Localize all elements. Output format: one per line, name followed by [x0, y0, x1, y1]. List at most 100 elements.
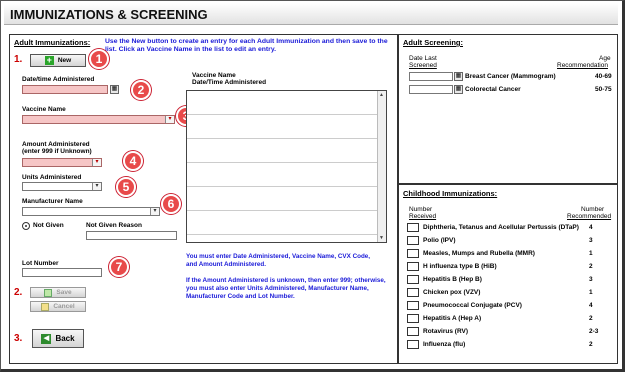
col-screened: Screened [409, 62, 437, 69]
received-input[interactable] [407, 275, 419, 284]
received-input[interactable] [407, 288, 419, 297]
back-button-label: Back [55, 334, 75, 343]
manufacturer-name-label: Manufacturer Name [22, 198, 83, 205]
col-age: Age [599, 55, 611, 62]
childhood-row: Pneumococcal Conjugate (PCV) 4 [407, 301, 607, 313]
list-item[interactable] [187, 115, 386, 139]
received-input[interactable] [407, 249, 419, 258]
col-number: Number [409, 206, 433, 213]
col-date-last: Date Last [409, 55, 437, 62]
recommended-count: 2 [589, 315, 593, 322]
new-button[interactable]: + New [30, 54, 86, 67]
colorectal-cancer-date-input[interactable] [409, 85, 453, 94]
received-input[interactable] [407, 223, 419, 232]
childhood-row: Rotavirus (RV) 2-3 [407, 327, 607, 339]
screening-name: Colorectal Cancer [465, 86, 521, 93]
page-title: IMMUNIZATIONS & SCREENING [10, 7, 208, 22]
amount-administered-sublabel: (enter 999 if Unknown) [22, 148, 92, 155]
adult-immunizations-panel: Adult Immunizations: Use the New button … [9, 34, 398, 364]
cancel-button[interactable]: Cancel [30, 301, 86, 312]
not-given-label: Not Given [33, 222, 64, 229]
date-administered-label: Date/time Administered [22, 76, 95, 83]
list-item[interactable] [187, 163, 386, 187]
lot-number-label: Lot Number [22, 260, 59, 267]
childhood-row: Polio (IPV) 3 [407, 236, 607, 248]
amount-administered-input[interactable]: ▾ [22, 158, 102, 167]
date-administered-input[interactable] [22, 85, 108, 94]
recommended-count: 1 [589, 289, 593, 296]
back-button[interactable]: ◀ Back [32, 329, 84, 348]
childhood-row: Hepatitis B (Hep B) 3 [407, 275, 607, 287]
units-administered-label: Units Administered [22, 174, 82, 181]
chevron-down-icon: ▾ [92, 159, 101, 166]
childhood-row: H influenza type B (HiB) 2 [407, 262, 607, 274]
amount-administered-label: Amount Administered [22, 141, 90, 148]
breast-cancer-date-input[interactable] [409, 72, 453, 81]
vaccine-name: Diphtheria, Tetanus and Acellular Pertus… [423, 224, 579, 231]
vaccine-name-label: Vaccine Name [22, 106, 66, 113]
scroll-up-icon[interactable]: ▲ [379, 92, 384, 98]
cancel-button-label: Cancel [53, 303, 75, 310]
list-item[interactable] [187, 139, 386, 163]
childhood-immunizations-panel: Childhood Immunizations: Number Received… [398, 184, 618, 364]
received-input[interactable] [407, 340, 419, 349]
save-button[interactable]: Save [30, 287, 86, 298]
recommended-count: 2 [589, 341, 593, 348]
childhood-row: Diphtheria, Tetanus and Acellular Pertus… [407, 223, 607, 235]
back-arrow-icon: ◀ [41, 333, 52, 344]
callout-badge-1: 1 [89, 49, 109, 69]
recommended-count: 3 [589, 276, 593, 283]
step-2-label: 2. [14, 287, 23, 298]
recommended-count: 2 [589, 263, 593, 270]
received-input[interactable] [407, 236, 419, 245]
childhood-immunizations-heading: Childhood Immunizations: [403, 189, 498, 198]
received-input[interactable] [407, 314, 419, 323]
instructions-text: Use the New button to create an entry fo… [105, 38, 388, 53]
received-input[interactable] [407, 262, 419, 271]
unknown-amount-notice: If the Amount Administered is unknown, t… [186, 277, 386, 300]
childhood-row: Hepatitis A (Hep A) 2 [407, 314, 607, 326]
vaccine-name: Pneumococcal Conjugate (PCV) [423, 302, 522, 309]
callout-badge-7: 7 [109, 257, 129, 277]
scroll-down-icon[interactable]: ▼ [379, 235, 384, 241]
received-input[interactable] [407, 301, 419, 310]
step-1-label: 1. [14, 54, 23, 65]
childhood-row: Chicken pox (VZV) 1 [407, 288, 607, 300]
list-header-vaccine: Vaccine Name [192, 72, 236, 79]
units-administered-select[interactable]: ▾ [22, 182, 102, 191]
adult-screening-heading: Adult Screening: [403, 38, 464, 47]
vaccine-name: Rotavirus (RV) [423, 328, 469, 335]
new-button-label: New [57, 57, 72, 64]
manufacturer-name-select[interactable]: ▾ [22, 207, 160, 216]
not-given-reason-label: Not Given Reason [86, 222, 142, 229]
not-given-radio[interactable] [22, 222, 30, 230]
callout-badge-5: 5 [116, 177, 136, 197]
screening-name: Breast Cancer (Mammogram) [465, 73, 556, 80]
list-item[interactable] [187, 211, 386, 235]
col-number-rec: Number [581, 206, 605, 213]
calendar-icon[interactable]: ▦ [454, 72, 463, 81]
lot-number-input[interactable] [22, 268, 102, 277]
received-input[interactable] [407, 327, 419, 336]
calendar-icon[interactable]: ▦ [454, 85, 463, 94]
step-3-label: 3. [14, 333, 23, 344]
list-item[interactable] [187, 187, 386, 211]
calendar-icon[interactable]: ▦ [110, 85, 119, 94]
save-button-label: Save [56, 289, 72, 296]
not-given-reason-input[interactable] [86, 231, 177, 240]
vaccine-name: Polio (IPV) [423, 237, 456, 244]
plus-icon: + [44, 55, 54, 65]
chevron-down-icon: ▾ [92, 183, 101, 190]
list-scrollbar[interactable]: ▲ ▼ [377, 91, 386, 242]
cancel-icon [41, 302, 50, 311]
col-age-recommendation: Recommendation [557, 62, 608, 69]
vaccine-name-select[interactable]: ▾ [22, 115, 175, 124]
list-item[interactable] [187, 91, 386, 115]
vaccine-list[interactable]: ▲ ▼ [186, 90, 387, 243]
recommended-count: 4 [589, 302, 593, 309]
col-recommended: Recommended [567, 213, 612, 220]
vaccine-name: H influenza type B (HiB) [423, 263, 497, 270]
recommended-count: 1 [589, 250, 593, 257]
recommended-count: 2-3 [589, 328, 599, 335]
vaccine-name: Hepatitis A (Hep A) [423, 315, 482, 322]
